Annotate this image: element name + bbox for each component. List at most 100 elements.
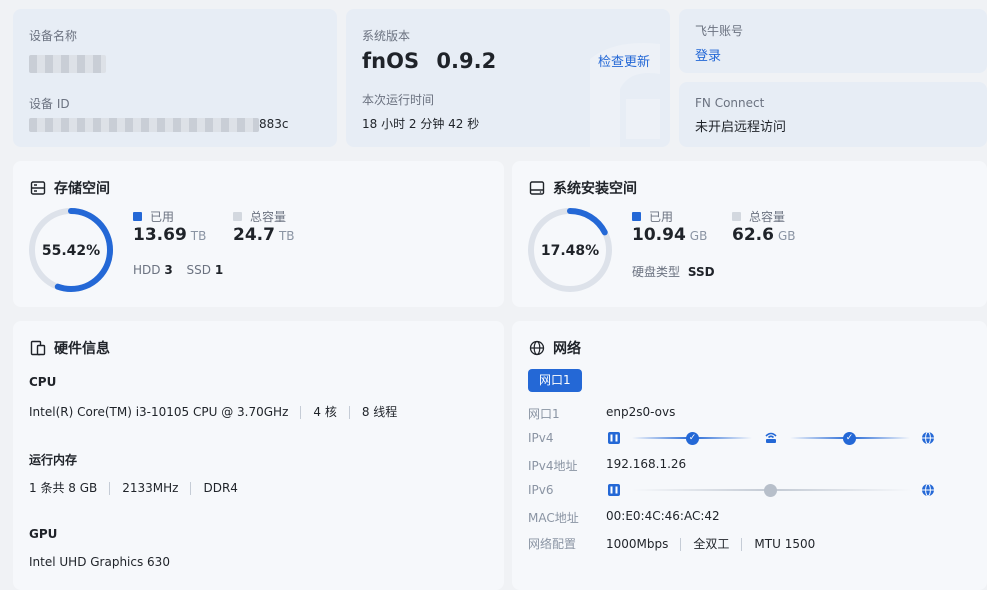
hard-drive-icon xyxy=(529,181,545,195)
globe-icon xyxy=(529,340,545,356)
gpu-model: Intel UHD Graphics 630 xyxy=(29,555,170,569)
os-name: fnOS xyxy=(362,49,420,73)
storage-percent: 55.42% xyxy=(42,243,100,259)
system-total-number: 62.6 xyxy=(732,225,774,245)
memory-label: 运行内存 xyxy=(29,453,78,467)
total-legend-swatch xyxy=(732,212,741,221)
internet-globe-icon xyxy=(922,483,934,497)
account-card: 飞牛账号 登录 xyxy=(679,9,987,73)
system-used-unit: GB xyxy=(689,229,708,243)
storage-used-label: 已用 xyxy=(150,210,175,224)
storage-used-number: 13.69 xyxy=(133,225,187,245)
divider xyxy=(741,538,743,551)
hdd-count: 3 xyxy=(164,263,173,277)
ssd-label: SSD xyxy=(186,263,212,277)
mtu-value: MTU 1500 xyxy=(754,537,816,551)
network-config-row: 1000Mbps 全双工 MTU 1500 xyxy=(606,535,815,552)
device-id-redacted xyxy=(29,118,259,132)
cpu-threads: 8 线程 xyxy=(361,405,398,419)
uptime-label: 本次运行时间 xyxy=(362,93,435,107)
divider xyxy=(680,538,682,551)
system-space-usage-ring: 17.48% xyxy=(528,208,612,292)
hardware-title: 硬件信息 xyxy=(30,338,110,358)
system-total-unit: GB xyxy=(777,229,796,243)
device-id-label: 设备 ID xyxy=(29,97,70,111)
system-space-title-text: 系统安装空间 xyxy=(553,181,637,197)
ipv4-address-value: 192.168.1.26 xyxy=(606,457,687,471)
ipv4-link-ok-icon: ✓ xyxy=(686,432,699,445)
storage-total-unit: TB xyxy=(278,229,295,243)
storage-usage-ring: 55.42% xyxy=(29,208,113,292)
account-label: 飞牛账号 xyxy=(695,24,744,38)
link-speed: 1000Mbps xyxy=(606,537,669,551)
nas-device-icon xyxy=(608,432,620,444)
system-used-number: 10.94 xyxy=(632,225,686,245)
internet-globe-icon xyxy=(922,431,934,445)
uptime-value: 18 小时 2 分钟 42 秒 xyxy=(362,117,480,131)
storage-disk-counts: HDD 3 SSD 1 xyxy=(133,263,223,277)
system-total-legend: 总容量 xyxy=(732,208,785,225)
disk-type-row: 硬盘类型 SSD xyxy=(632,263,715,280)
ipv6-status-dot xyxy=(764,484,777,497)
system-total-value: 62.6 GB xyxy=(732,225,795,245)
device-card: 设备名称 设备 ID 883c xyxy=(13,9,337,147)
ipv4-address-label: IPv4地址 xyxy=(528,459,578,473)
divider xyxy=(109,482,111,495)
system-version-label: 系统版本 xyxy=(362,29,411,43)
tab-port-1[interactable]: 网口1 xyxy=(528,369,582,392)
fn-connect-status: 未开启远程访问 xyxy=(695,120,787,135)
system-used-value: 10.94 GB xyxy=(632,225,707,245)
disk-type-label: 硬盘类型 xyxy=(632,265,681,279)
port-value: enp2s0-ovs xyxy=(606,405,676,419)
cpu-info-row: Intel(R) Core(TM) i3-10105 CPU @ 3.70GHz… xyxy=(29,403,397,420)
divider xyxy=(348,406,350,419)
os-version-title: fnOS 0.9.2 xyxy=(362,49,496,73)
network-config-label: 网络配置 xyxy=(528,537,577,551)
storage-server-icon xyxy=(30,181,46,195)
divider xyxy=(190,482,192,495)
memory-size: 1 条共 8 GB xyxy=(29,481,98,495)
fn-connect-card: FN Connect 未开启远程访问 xyxy=(679,82,987,147)
login-link[interactable]: 登录 xyxy=(695,45,721,64)
mac-label: MAC地址 xyxy=(528,511,579,525)
used-legend-swatch xyxy=(133,212,142,221)
storage-used-legend: 已用 xyxy=(133,208,174,225)
ipv4-label: IPv4 xyxy=(528,431,554,445)
ipv6-label: IPv6 xyxy=(528,483,554,497)
storage-card[interactable]: 存储空间 55.42% 已用 13.69 TB 总容量 24.7 TB HDD 3 … xyxy=(13,161,504,307)
fnos-watermark-icon xyxy=(590,43,660,147)
gpu-label: GPU xyxy=(29,527,58,541)
storage-total-legend: 总容量 xyxy=(233,208,286,225)
hardware-card[interactable]: 硬件信息 CPU Intel(R) Core(TM) i3-10105 CPU … xyxy=(13,321,504,590)
cpu-cores: 4 核 xyxy=(313,405,337,419)
divider xyxy=(300,406,302,419)
mac-value: 00:E0:4C:46:AC:42 xyxy=(606,509,720,523)
fn-connect-label: FN Connect xyxy=(695,96,765,110)
system-used-label: 已用 xyxy=(649,210,674,224)
duplex-mode: 全双工 xyxy=(693,537,730,551)
system-space-title: 系统安装空间 xyxy=(529,178,637,198)
port-label: 网口1 xyxy=(528,407,560,421)
system-used-legend: 已用 xyxy=(632,208,673,225)
disk-type-value: SSD xyxy=(687,265,715,279)
storage-total-label: 总容量 xyxy=(250,210,287,224)
ssd-count: 1 xyxy=(214,263,224,277)
storage-title-text: 存储空间 xyxy=(54,181,110,197)
system-version-card: 系统版本 fnOS 0.9.2 检查更新 本次运行时间 18 小时 2 分钟 4… xyxy=(346,9,670,147)
storage-title: 存储空间 xyxy=(30,178,110,198)
hardware-title-text: 硬件信息 xyxy=(54,341,110,357)
check-update-link[interactable]: 检查更新 xyxy=(598,51,650,70)
network-title-text: 网络 xyxy=(553,341,581,357)
network-card[interactable]: 网络 网口1 网口1 enp2s0-ovs IPv4 ✓ ✓ IPv4地址 19… xyxy=(512,321,987,590)
storage-used-unit: TB xyxy=(190,229,207,243)
system-space-percent: 17.48% xyxy=(541,243,599,259)
storage-total-value: 24.7 TB xyxy=(233,225,295,245)
memory-type: DDR4 xyxy=(203,481,238,495)
device-id-suffix: 883c xyxy=(259,117,289,131)
nas-device-icon xyxy=(608,484,620,496)
cpu-label: CPU xyxy=(29,375,57,389)
storage-total-number: 24.7 xyxy=(233,225,275,245)
system-space-card[interactable]: 系统安装空间 17.48% 已用 10.94 GB 总容量 62.6 GB 硬盘类型… xyxy=(512,161,987,307)
router-icon xyxy=(765,432,777,443)
cpu-model: Intel(R) Core(TM) i3-10105 CPU @ 3.70GHz xyxy=(29,405,289,419)
